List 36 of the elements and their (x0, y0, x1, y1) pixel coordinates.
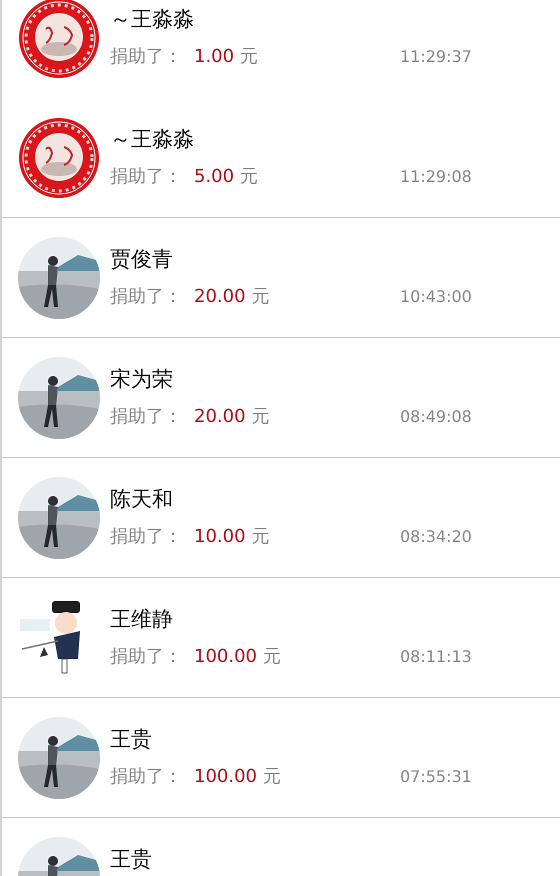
donation-time: 10:43:00 (400, 286, 473, 306)
currency-unit: 元 (252, 525, 270, 548)
donation-amount: 10.00 (194, 526, 246, 546)
currency-unit: 元 (262, 645, 281, 668)
donation-amount: 20.00 (194, 286, 246, 306)
donation-time: 11:29:37 (400, 46, 473, 66)
donation-amount: 20.00 (194, 406, 246, 426)
donation-label: 捐助了： (110, 405, 183, 428)
donor-name: ～王淼淼 (110, 6, 195, 33)
donor-name: 王贵 (110, 726, 153, 753)
donation-time: 11:29:08 (400, 166, 473, 186)
donation-amount: 100.00 (194, 766, 257, 786)
currency-unit: 元 (262, 765, 281, 788)
donation-amount: 100.00 (194, 646, 257, 666)
donation-label: 捐助了： (110, 765, 183, 788)
donation-time: 08:49:08 (400, 406, 473, 426)
donor-name: 陈天和 (110, 486, 174, 513)
donation-time: 07:55:31 (400, 766, 473, 786)
currency-unit: 元 (252, 285, 270, 308)
currency-unit: 元 (240, 165, 258, 188)
donor-name: ～王淼淼 (110, 126, 195, 153)
donor-name: 王贵 (110, 846, 153, 873)
donation-label: 捐助了： (110, 165, 183, 188)
donation-amount: 1.00 (194, 46, 234, 66)
donation-label: 捐助了： (110, 645, 183, 668)
donor-name: 王维静 (110, 606, 174, 633)
donation-label: 捐助了： (110, 525, 183, 548)
donation-time: 08:11:13 (400, 646, 473, 666)
currency-unit: 元 (240, 45, 258, 68)
donation-label: 捐助了： (110, 285, 183, 308)
donor-name: 宋为荣 (110, 366, 174, 393)
donation-time: 08:34:20 (400, 526, 473, 546)
donation-amount: 5.00 (194, 166, 234, 186)
currency-unit: 元 (252, 405, 270, 428)
donation-label: 捐助了： (110, 45, 183, 68)
donor-name: 贾俊青 (110, 246, 174, 273)
